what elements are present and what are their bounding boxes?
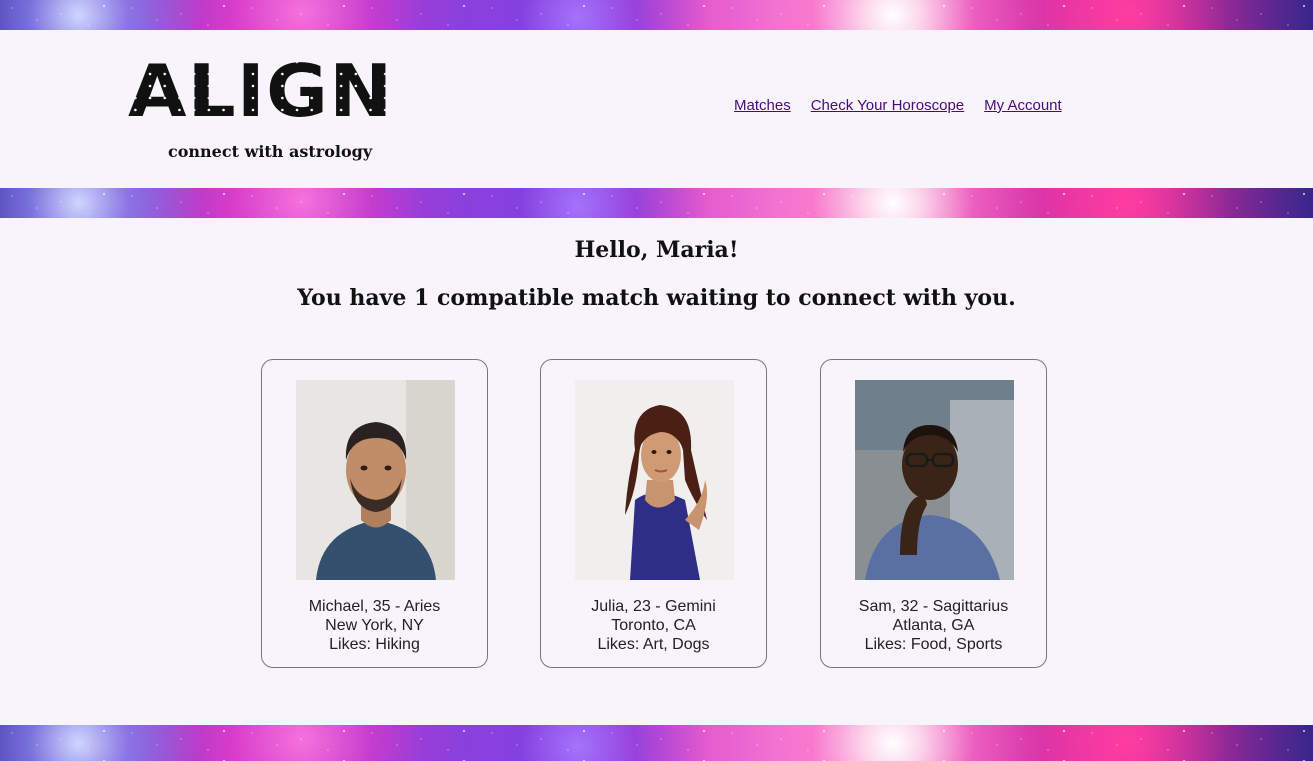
- person-photo-icon: [855, 380, 1014, 580]
- person-photo-icon: [296, 380, 455, 580]
- match-name-sign: Sam, 32 - Sagittarius: [858, 598, 1009, 615]
- match-details-julia: Julia, 23 - Gemini Toronto, CA Likes: Ar…: [541, 597, 766, 654]
- profile-photo-julia[interactable]: [575, 380, 734, 580]
- greeting-heading: Hello, Maria!: [574, 237, 739, 263]
- main-nav: Matches Check Your Horoscope My Account: [734, 97, 1062, 114]
- match-location: New York, NY: [325, 617, 424, 634]
- nav-link-my-account[interactable]: My Account: [984, 97, 1062, 114]
- match-card-sam[interactable]: Sam, 32 - Sagittarius Atlanta, GA Likes:…: [820, 359, 1047, 668]
- match-likes: Likes: Hiking: [329, 636, 420, 653]
- match-likes: Likes: Food, Sports: [864, 636, 1003, 653]
- galaxy-banner-bottom: [0, 725, 1313, 761]
- match-location: Toronto, CA: [611, 617, 696, 634]
- align-logo[interactable]: ALIGN: [128, 56, 394, 126]
- site-header: ALIGN connect with astrology Matches Che…: [0, 30, 1313, 188]
- tagline: connect with astrology: [168, 142, 373, 161]
- person-photo-icon: [575, 380, 734, 580]
- match-likes: Likes: Art, Dogs: [597, 636, 710, 653]
- match-name-sign: Julia, 23 - Gemini: [591, 598, 716, 615]
- match-card-michael[interactable]: Michael, 35 - Aries New York, NY Likes: …: [261, 359, 488, 668]
- match-card-julia[interactable]: Julia, 23 - Gemini Toronto, CA Likes: Ar…: [540, 359, 767, 668]
- match-name-sign: Michael, 35 - Aries: [308, 598, 441, 615]
- profile-photo-sam[interactable]: [855, 380, 1014, 580]
- nav-link-check-your-horoscope[interactable]: Check Your Horoscope: [811, 97, 964, 114]
- galaxy-banner-top: [0, 0, 1313, 30]
- profile-photo-michael[interactable]: [296, 380, 455, 580]
- nav-link-matches[interactable]: Matches: [734, 97, 791, 114]
- match-details-michael: Michael, 35 - Aries New York, NY Likes: …: [262, 597, 487, 654]
- match-count-message: You have 1 compatible match waiting to c…: [297, 285, 1016, 311]
- galaxy-banner-middle: [0, 188, 1313, 218]
- match-details-sam: Sam, 32 - Sagittarius Atlanta, GA Likes:…: [821, 597, 1046, 654]
- match-location: Atlanta, GA: [892, 617, 975, 634]
